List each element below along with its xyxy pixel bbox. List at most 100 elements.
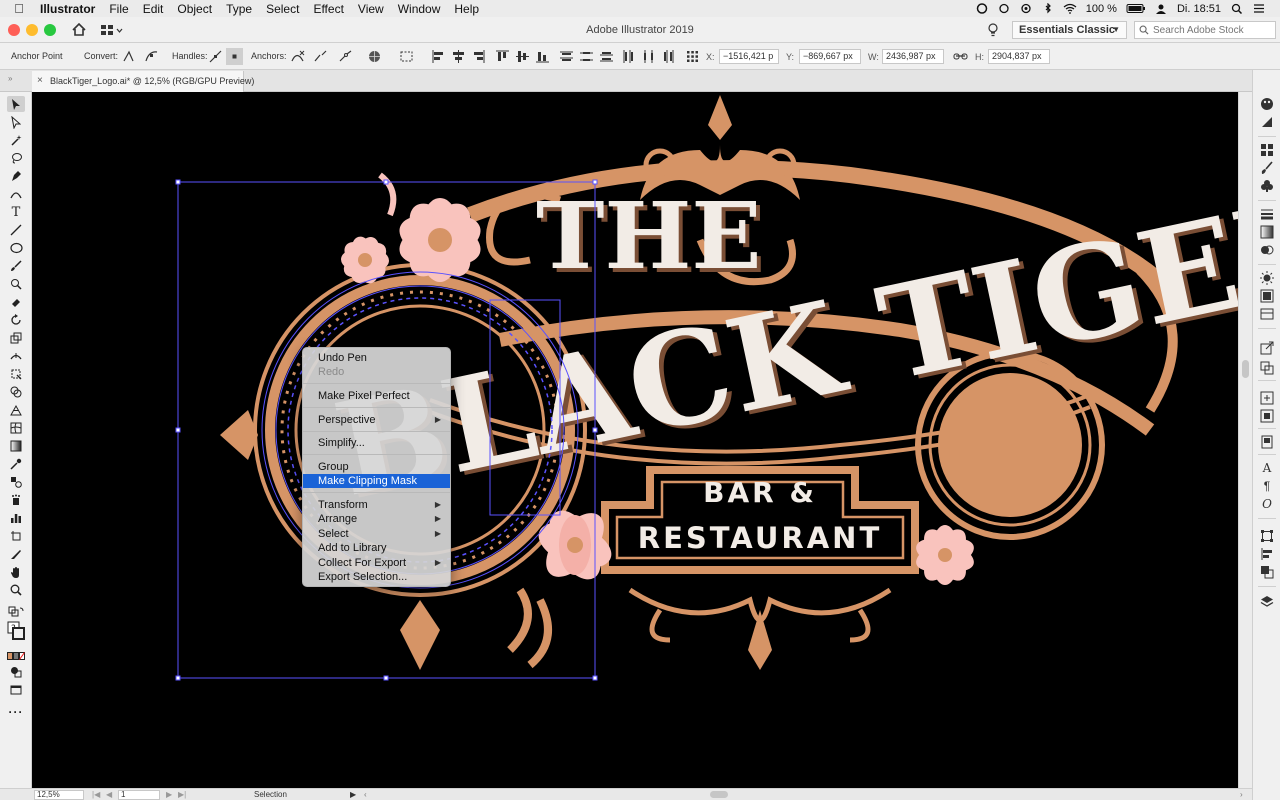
- free-transform-tool[interactable]: [7, 366, 25, 382]
- window-close-button[interactable]: [8, 23, 20, 36]
- menu-item-export-selection[interactable]: Export Selection...: [303, 570, 450, 584]
- select-similar-icon[interactable]: [398, 48, 415, 65]
- convert-smooth-icon[interactable]: [143, 48, 160, 65]
- vertical-scrollbar[interactable]: [1238, 92, 1252, 788]
- menu-file[interactable]: File: [102, 2, 135, 16]
- export-panel-button[interactable]: [1259, 340, 1275, 356]
- menu-type[interactable]: Type: [219, 2, 259, 16]
- opentype-panel-button[interactable]: O: [1259, 496, 1275, 512]
- menu-window[interactable]: Window: [391, 2, 448, 16]
- align-bottom-icon[interactable]: [534, 48, 551, 65]
- width-field[interactable]: 2436,987 px: [882, 49, 944, 64]
- menu-item-add-to-library[interactable]: Add to Library: [303, 541, 450, 555]
- first-artboard-icon[interactable]: |◀: [92, 790, 100, 799]
- logo-artwork[interactable]: THE THE BLACK TIGER BLACK TIGER BAR & RE…: [32, 92, 1238, 788]
- menu-item-simplify[interactable]: Simplify...: [303, 436, 450, 450]
- handle-bottom-left[interactable]: [175, 675, 181, 681]
- cut-path-icon[interactable]: [337, 48, 354, 65]
- hide-handles-icon[interactable]: [226, 48, 243, 65]
- distribute-top-icon[interactable]: [558, 48, 575, 65]
- symbol-sprayer-tool[interactable]: [7, 492, 25, 508]
- artboard-number-field[interactable]: 1: [118, 790, 160, 800]
- x-position-field[interactable]: −1516,421 p: [719, 49, 779, 64]
- zoom-level-field[interactable]: 12,5%: [34, 790, 84, 800]
- creative-cloud-icon[interactable]: [975, 3, 989, 14]
- eyedropper-tool[interactable]: [7, 456, 25, 472]
- spotlight-icon[interactable]: [1230, 3, 1244, 14]
- swap-fill-stroke-control[interactable]: [7, 604, 25, 620]
- scroll-left-icon[interactable]: ‹: [364, 790, 367, 799]
- adobe-stock-search-input[interactable]: [1134, 21, 1276, 39]
- appearance-panel-button[interactable]: [1259, 270, 1275, 286]
- y-position-field[interactable]: −869,667 px: [799, 49, 861, 64]
- menu-item-transform[interactable]: Transform ▶: [303, 498, 450, 512]
- paintbrush-tool[interactable]: [7, 258, 25, 274]
- pen-tool[interactable]: [7, 168, 25, 184]
- artboard-canvas[interactable]: THE THE BLACK TIGER BLACK TIGER BAR & RE…: [32, 92, 1238, 788]
- type-tool[interactable]: T: [7, 204, 25, 220]
- menu-item-undo-pen[interactable]: Undo Pen: [303, 351, 450, 365]
- remove-anchor-icon[interactable]: [289, 48, 306, 65]
- screen-mode-button[interactable]: [7, 682, 25, 698]
- menu-clock[interactable]: Di. 18:51: [1172, 3, 1226, 15]
- color-guide-button[interactable]: [1259, 114, 1275, 130]
- lasso-tool[interactable]: [7, 150, 25, 166]
- handle-middle-left[interactable]: [175, 427, 181, 433]
- distribute-vertical-center-icon[interactable]: [578, 48, 595, 65]
- brushes-button[interactable]: [1259, 160, 1275, 176]
- arrange-documents-icon[interactable]: [100, 24, 124, 36]
- menu-help[interactable]: Help: [447, 2, 486, 16]
- sync-icon[interactable]: [997, 3, 1011, 14]
- menu-item-make-clipping-mask[interactable]: Make Clipping Mask: [303, 474, 450, 488]
- color-mode-buttons[interactable]: [7, 648, 25, 664]
- align-panel-button[interactable]: [1259, 546, 1275, 562]
- close-icon[interactable]: ×: [37, 71, 43, 91]
- previous-artboard-icon[interactable]: ◀: [106, 790, 112, 799]
- edit-toolbar-button[interactable]: ···: [7, 704, 25, 720]
- constrain-proportions-icon[interactable]: [952, 48, 969, 65]
- window-zoom-button[interactable]: [44, 23, 56, 36]
- shape-builder-tool[interactable]: [7, 384, 25, 400]
- menu-item-perspective[interactable]: Perspective ▶: [303, 413, 450, 427]
- magic-wand-tool[interactable]: [7, 132, 25, 148]
- mesh-tool[interactable]: [7, 420, 25, 436]
- menu-item-make-pixel-perfect[interactable]: Make Pixel Perfect: [303, 389, 450, 403]
- rotate-tool[interactable]: [7, 312, 25, 328]
- gradient-tool[interactable]: [7, 438, 25, 454]
- column-graph-tool[interactable]: [7, 510, 25, 526]
- reference-point-icon[interactable]: [684, 48, 701, 65]
- character-panel-button[interactable]: A: [1259, 460, 1275, 476]
- graphic-styles-button[interactable]: [1259, 288, 1275, 304]
- menu-select[interactable]: Select: [259, 2, 306, 16]
- collapse-toolbar-icon[interactable]: »: [8, 74, 12, 83]
- menu-item-select[interactable]: Select ▶: [303, 527, 450, 541]
- drawing-mode-button[interactable]: [7, 664, 25, 680]
- distribute-bottom-icon[interactable]: [598, 48, 615, 65]
- distribute-horizontal-center-icon[interactable]: [640, 48, 657, 65]
- asset-export-button[interactable]: [1259, 390, 1275, 406]
- convert-corner-icon[interactable]: [120, 48, 137, 65]
- line-segment-tool[interactable]: [7, 222, 25, 238]
- user-icon[interactable]: [1154, 3, 1168, 14]
- handle-top-right[interactable]: [592, 179, 598, 185]
- curvature-tool[interactable]: [7, 186, 25, 202]
- slice-tool[interactable]: [7, 546, 25, 562]
- blend-tool[interactable]: [7, 474, 25, 490]
- distribute-right-icon[interactable]: [660, 48, 677, 65]
- align-top-icon[interactable]: [494, 48, 511, 65]
- horizontal-scroll-thumb[interactable]: [710, 791, 728, 798]
- recolor-globe-icon[interactable]: [366, 48, 383, 65]
- align-vertical-center-icon[interactable]: [514, 48, 531, 65]
- fill-stroke-swatches[interactable]: ?: [7, 620, 25, 642]
- hand-tool[interactable]: [7, 564, 25, 580]
- next-artboard-icon[interactable]: ▶: [166, 790, 172, 799]
- last-artboard-icon[interactable]: ▶|: [178, 790, 186, 799]
- notification-center-icon[interactable]: [1252, 3, 1266, 14]
- menu-effect[interactable]: Effect: [306, 2, 350, 16]
- focus-icon[interactable]: [1019, 3, 1033, 14]
- menu-view[interactable]: View: [351, 2, 391, 16]
- paragraph-panel-button[interactable]: ¶: [1259, 478, 1275, 494]
- width-tool[interactable]: [7, 348, 25, 364]
- symbols-button[interactable]: [1259, 178, 1275, 194]
- menu-item-collect-for-export[interactable]: Collect For Export ▶: [303, 556, 450, 570]
